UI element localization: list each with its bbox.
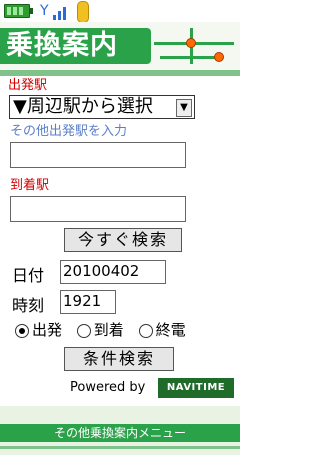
other-transit-menu-link[interactable]: その他乗換案内メニュー	[0, 424, 240, 442]
departure-station-select[interactable]: ▼周辺駅から選択 ▼	[9, 95, 195, 119]
departure-label: 出発駅	[8, 78, 48, 93]
radio-unchecked-icon[interactable]	[138, 323, 153, 338]
departure-select-value: ▼周辺駅から選択	[13, 96, 153, 117]
header-divider	[0, 70, 240, 76]
time-label: 時刻	[12, 296, 45, 315]
page-title: 乗換案内	[0, 28, 151, 64]
signal-strength-icon: Y	[40, 2, 68, 20]
option-departure[interactable]: 出発	[15, 319, 62, 341]
status-bar: Y	[0, 0, 240, 23]
date-label: 日付	[12, 266, 45, 285]
radio-unchecked-icon[interactable]	[76, 323, 91, 338]
option-departure-label: 出発	[32, 321, 63, 339]
footer: その他乗換案内メニュー	[0, 406, 240, 455]
date-input[interactable]: 20100402	[60, 260, 166, 284]
time-input[interactable]: 1921	[60, 290, 116, 314]
option-arrival[interactable]: 到着	[76, 319, 124, 341]
status-indicator-icon	[77, 1, 89, 23]
battery-icon	[4, 4, 33, 18]
departure-type-options: 出発 到着 終電	[15, 319, 225, 341]
option-last-train[interactable]: 終電	[138, 319, 186, 341]
route-map-icon	[150, 26, 238, 66]
search-now-button[interactable]: 今すぐ検索	[64, 228, 182, 252]
powered-by-text: Powered by	[70, 380, 146, 395]
other-departure-label: その他出発駅を入力	[10, 124, 128, 139]
option-last-train-label: 終電	[155, 321, 186, 339]
radio-checked-icon[interactable]	[15, 323, 29, 338]
navitime-logo: NAVITIME	[158, 378, 234, 398]
condition-search-button[interactable]: 条件検索	[64, 347, 174, 371]
app-header: 乗換案内	[0, 22, 240, 70]
option-arrival-label: 到着	[93, 321, 124, 339]
arrival-input[interactable]	[10, 196, 186, 222]
arrival-label: 到着駅	[10, 178, 50, 193]
footer-divider	[0, 446, 240, 449]
chevron-down-icon: ▼	[176, 99, 192, 117]
other-departure-input[interactable]	[10, 142, 186, 168]
